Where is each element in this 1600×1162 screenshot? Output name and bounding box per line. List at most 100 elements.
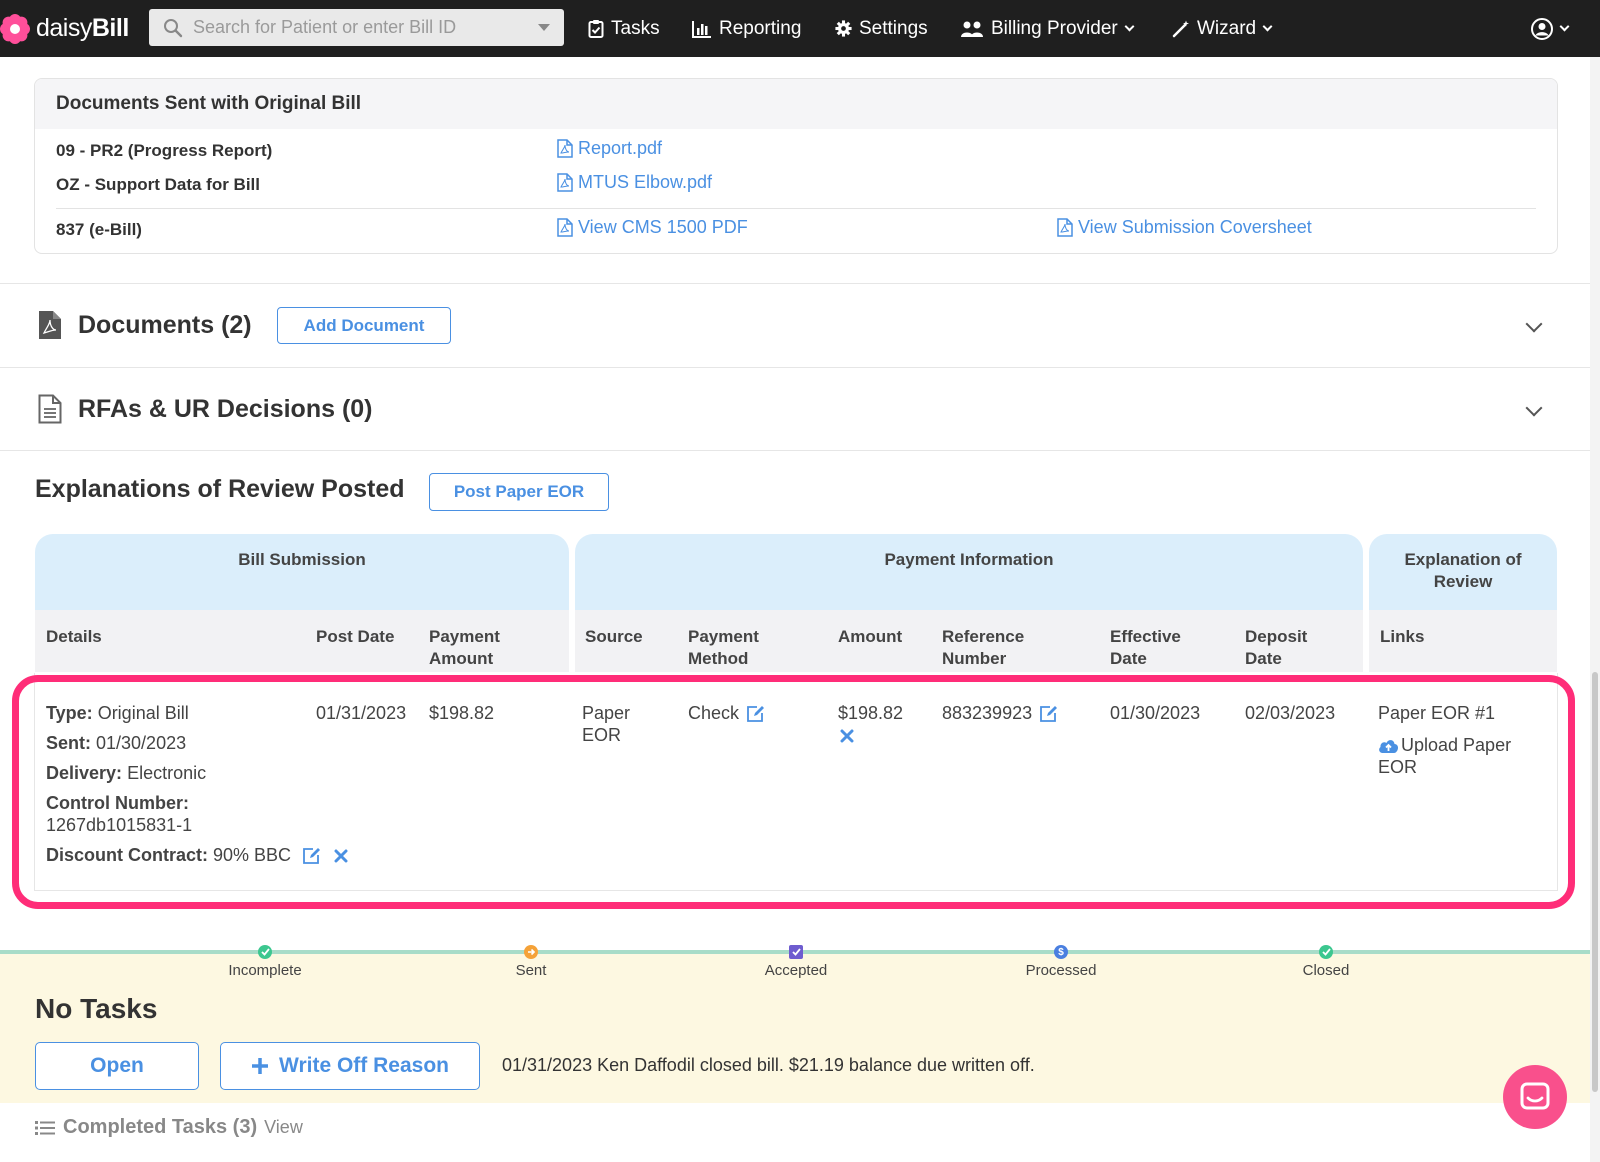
column-header-source: Source bbox=[585, 627, 643, 646]
daisy-flower-icon bbox=[0, 13, 30, 44]
plus-icon bbox=[252, 1058, 269, 1074]
view-cms-1500-pdf-label: View CMS 1500 PDF bbox=[578, 217, 748, 237]
bill-submission-group-header: Bill Submission bbox=[35, 534, 569, 610]
chat-launcher-button[interactable] bbox=[1503, 1065, 1567, 1129]
column-header-deposit-date: Deposit Date bbox=[1245, 627, 1308, 668]
nav-tasks-label: Tasks bbox=[611, 17, 660, 39]
arrow-right-circle-icon bbox=[524, 945, 538, 959]
chevron-down-icon bbox=[1559, 21, 1570, 31]
chevron-down-icon[interactable] bbox=[1525, 399, 1543, 417]
nav-billing-provider-label: Billing Provider bbox=[991, 17, 1118, 39]
pdf-file-icon bbox=[557, 218, 573, 237]
view-cms-1500-pdf-link[interactable]: View CMS 1500 PDF bbox=[557, 217, 748, 238]
view-submission-coversheet-link[interactable]: View Submission Coversheet bbox=[1057, 217, 1312, 238]
status-label: Processed bbox=[1025, 962, 1097, 979]
post-paper-eor-button[interactable]: Post Paper EOR bbox=[429, 473, 609, 511]
chevron-down-icon bbox=[1262, 21, 1273, 31]
view-submission-coversheet-label: View Submission Coversheet bbox=[1078, 217, 1312, 237]
status-step-processed: $ Processed bbox=[1001, 945, 1121, 979]
status-step-closed: Closed bbox=[1266, 945, 1386, 979]
documents-sent-title: Documents Sent with Original Bill bbox=[35, 79, 1557, 129]
documents-section[interactable]: Documents (2) Add Document bbox=[0, 284, 1590, 366]
column-header-reference-number: Reference Number bbox=[942, 627, 1025, 668]
user-circle-icon bbox=[1531, 17, 1553, 40]
search-input[interactable] bbox=[193, 17, 523, 38]
chevron-down-icon[interactable] bbox=[1525, 315, 1543, 333]
document-type-label: 837 (e-Bill) bbox=[56, 220, 142, 239]
column-header-links: Links bbox=[1380, 627, 1425, 646]
scrollbar-thumb[interactable] bbox=[1592, 672, 1598, 1092]
daisybill-logo[interactable]: daisyBill bbox=[0, 0, 140, 57]
column-header-details: Details bbox=[46, 627, 102, 646]
column-header-amount: Amount bbox=[838, 627, 903, 646]
status-label: Accepted bbox=[764, 962, 828, 979]
add-document-button[interactable]: Add Document bbox=[277, 307, 451, 344]
status-label: Sent bbox=[515, 962, 547, 979]
status-step-sent: Sent bbox=[471, 945, 591, 979]
top-navbar: daisyBill Tasks Reporting bbox=[0, 0, 1600, 57]
list-icon bbox=[35, 1120, 55, 1135]
nav-tasks[interactable]: Tasks bbox=[588, 0, 660, 57]
column-header-post-date: Post Date bbox=[316, 627, 395, 646]
divider bbox=[56, 208, 1536, 209]
checkbox-icon bbox=[789, 945, 803, 959]
nav-settings[interactable]: Settings bbox=[835, 0, 928, 57]
documents-sent-card: Documents Sent with Original Bill 09 - P… bbox=[34, 78, 1558, 254]
chat-icon bbox=[1520, 1082, 1550, 1110]
status-label: Incomplete bbox=[228, 962, 302, 979]
eor-section-title: Explanations of Review Posted bbox=[35, 475, 405, 503]
document-type-label: 09 - PR2 (Progress Report) bbox=[56, 141, 273, 160]
view-completed-tasks-link[interactable]: View bbox=[264, 1117, 303, 1138]
status-step-accepted: Accepted bbox=[736, 945, 856, 979]
rfas-section-title: RFAs & UR Decisions (0) bbox=[78, 394, 373, 423]
chevron-down-icon bbox=[1124, 21, 1135, 31]
completed-tasks: Completed Tasks (3) View bbox=[35, 1116, 303, 1139]
search-icon bbox=[164, 18, 183, 37]
mtus-elbow-pdf-label: MTUS Elbow.pdf bbox=[578, 172, 713, 192]
highlight-annotation bbox=[12, 675, 1575, 909]
status-step-incomplete: Incomplete bbox=[205, 945, 325, 979]
nav-wizard-label: Wizard bbox=[1197, 17, 1257, 39]
pdf-file-icon bbox=[557, 139, 573, 158]
report-pdf-link[interactable]: Report.pdf bbox=[557, 138, 662, 159]
column-header-payment-amount: Payment Amount bbox=[429, 627, 500, 668]
document-icon bbox=[38, 394, 62, 424]
rfas-ur-decisions-section[interactable]: RFAs & UR Decisions (0) bbox=[0, 368, 1590, 450]
pdf-file-icon bbox=[557, 173, 573, 192]
open-button[interactable]: Open bbox=[35, 1042, 199, 1090]
user-account-menu[interactable] bbox=[1531, 0, 1570, 57]
mtus-elbow-pdf-link[interactable]: MTUS Elbow.pdf bbox=[557, 172, 712, 193]
clipboard-check-icon bbox=[588, 20, 604, 38]
nav-reporting-label: Reporting bbox=[719, 17, 802, 39]
users-icon bbox=[961, 21, 983, 37]
dollar-circle-icon: $ bbox=[1054, 945, 1068, 959]
nav-settings-label: Settings bbox=[859, 17, 928, 39]
check-circle-icon bbox=[1319, 945, 1333, 959]
bar-chart-icon bbox=[692, 20, 711, 38]
report-pdf-label: Report.pdf bbox=[578, 138, 663, 158]
write-off-reason-button[interactable]: Write Off Reason bbox=[220, 1042, 480, 1090]
explanation-of-review-label: Explanation of Review bbox=[1404, 550, 1522, 591]
brand-name: daisyBill bbox=[36, 14, 129, 42]
documents-section-title: Documents (2) bbox=[78, 310, 252, 339]
explanation-of-review-group-header: Explanation of Review bbox=[1369, 534, 1557, 610]
column-header-effective-date: Effective Date bbox=[1110, 627, 1181, 668]
search-dropdown-caret-icon[interactable] bbox=[538, 24, 550, 31]
payment-information-group-header: Payment Information bbox=[575, 534, 1363, 610]
status-label: Closed bbox=[1302, 962, 1350, 979]
magic-wand-icon bbox=[1172, 20, 1189, 37]
gear-icon bbox=[835, 20, 852, 37]
nav-reporting[interactable]: Reporting bbox=[692, 0, 801, 57]
check-circle-icon bbox=[258, 945, 272, 959]
no-tasks-heading: No Tasks bbox=[35, 993, 158, 1024]
pdf-file-icon bbox=[39, 311, 61, 339]
nav-billing-provider[interactable]: Billing Provider bbox=[961, 0, 1135, 57]
pdf-file-icon bbox=[1057, 218, 1073, 237]
payment-information-label: Payment Information bbox=[884, 550, 1054, 569]
bill-closed-message: 01/31/2023 Ken Daffodil closed bill. $21… bbox=[502, 1055, 1035, 1075]
nav-wizard[interactable]: Wizard bbox=[1172, 0, 1273, 57]
write-off-reason-label: Write Off Reason bbox=[279, 1054, 449, 1077]
patient-search[interactable] bbox=[149, 9, 564, 46]
column-header-payment-method: Payment Method bbox=[688, 627, 759, 668]
bill-submission-label: Bill Submission bbox=[238, 550, 366, 569]
